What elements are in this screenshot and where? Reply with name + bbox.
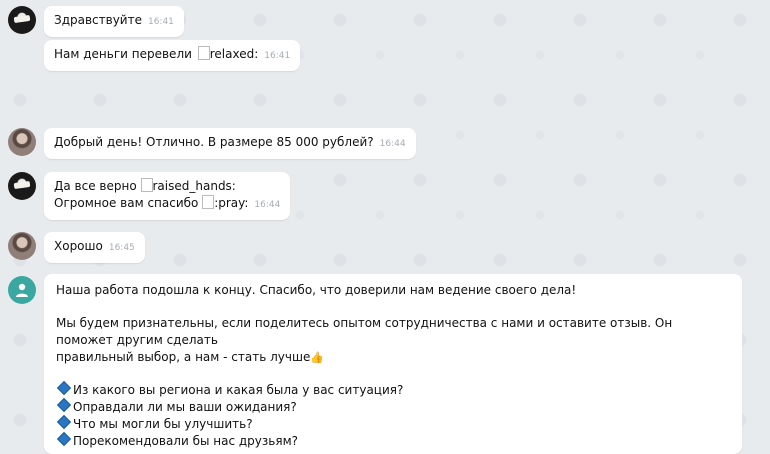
message-paragraph: Мы будем признательны, если поделитесь о… xyxy=(56,316,673,364)
message-time: 16:45 xyxy=(108,243,135,253)
emoji-alt-text: raised_hands: xyxy=(152,179,236,193)
message-time: 16:41 xyxy=(147,17,174,27)
broken-image-icon xyxy=(197,46,210,60)
user-avatar[interactable] xyxy=(8,232,36,260)
message-paragraph: Наша работа подошла к концу. Спасибо, чт… xyxy=(56,283,577,297)
message-bubble[interactable]: Да все верно raised_hands: Огромное вам … xyxy=(44,172,291,220)
system-avatar[interactable] xyxy=(8,276,36,304)
message-bubble[interactable]: Здравствуйте 16:41 xyxy=(44,6,184,37)
list-item: Порекомендовали бы нас друзьям? xyxy=(56,431,730,450)
contact-avatar[interactable] xyxy=(8,6,36,34)
list-item: Что мы могли бы улучшить? xyxy=(56,414,730,433)
emoji-alt-text: relaxed: xyxy=(209,47,259,61)
broken-image-icon xyxy=(202,195,215,209)
blue-diamond-icon xyxy=(56,414,72,430)
thumbs-up-icon: 👍 xyxy=(310,351,325,364)
message-bubble[interactable]: Нам деньги перевели relaxed: 16:41 xyxy=(44,40,301,71)
message-time: 16:44 xyxy=(254,200,281,210)
person-icon xyxy=(16,283,28,297)
list-item: Оправдали ли мы ваши ожидания? xyxy=(56,397,730,416)
message-text: Да все верно xyxy=(54,179,137,193)
message-text: Здравствуйте xyxy=(54,13,142,27)
message-bubble[interactable]: Хорошо 16:45 xyxy=(44,232,145,263)
message-text: Хорошо xyxy=(54,239,103,253)
message-text: Огромное вам спасибо xyxy=(54,196,199,210)
blue-diamond-icon xyxy=(56,380,72,396)
message-text: Добрый день! Отлично. В размере 85 000 р… xyxy=(54,135,374,149)
contact-avatar[interactable] xyxy=(8,172,36,200)
blue-diamond-icon xyxy=(56,397,72,413)
message-bubble[interactable]: Добрый день! Отлично. В размере 85 000 р… xyxy=(44,128,416,159)
list-item: Из какого вы региона и какая была у вас … xyxy=(56,380,730,399)
user-avatar[interactable] xyxy=(8,128,36,156)
message-time: 16:44 xyxy=(379,139,406,149)
blue-diamond-icon xyxy=(56,431,72,447)
message-text: Нам деньги перевели xyxy=(54,47,192,61)
emoji-alt-text: :pray: xyxy=(214,196,249,210)
broken-image-icon xyxy=(140,178,153,192)
message-time: 16:41 xyxy=(264,51,291,61)
feedback-request-message[interactable]: Наша работа подошла к концу. Спасибо, чт… xyxy=(44,274,742,454)
